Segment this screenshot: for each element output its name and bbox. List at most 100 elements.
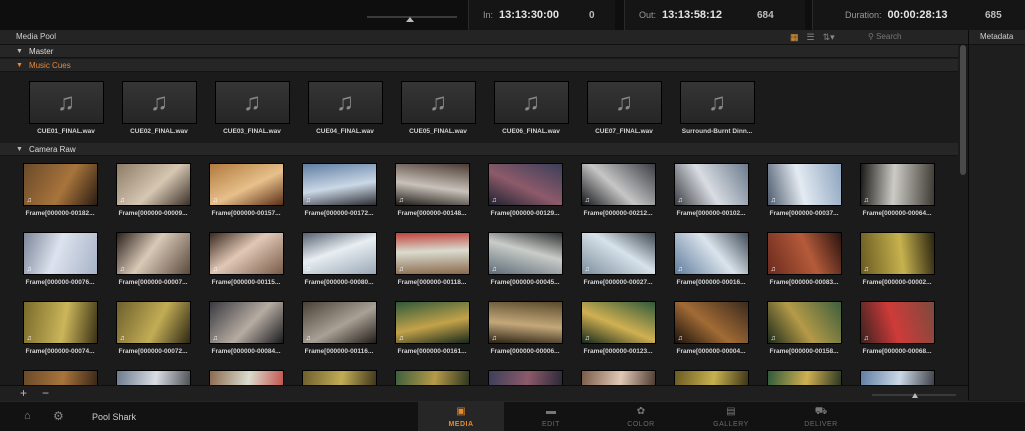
audio-clip[interactable]: ♫ CUE07_FINAL.wav [584, 81, 664, 135]
audio-note-icon: ♫ [770, 266, 776, 273]
video-clip[interactable] [113, 370, 193, 385]
music-note-icon: ♫ [429, 88, 447, 116]
tab-deliver[interactable]: ⛟ DELIVER [778, 402, 864, 431]
audio-note-icon: ♫ [770, 197, 776, 204]
tab-color[interactable]: ✿ COLOR [598, 402, 684, 431]
search-field[interactable]: ⚲ Search [868, 32, 901, 41]
search-placeholder: Search [876, 32, 902, 41]
audio-clip[interactable]: ♫ CUE06_FINAL.wav [491, 81, 571, 135]
video-clip[interactable]: ♫ Frame[000000-00045... [485, 232, 565, 286]
thumbnail-size-slider-knob[interactable] [912, 393, 918, 398]
collapse-arrow-icon[interactable]: ▼ [16, 62, 23, 69]
video-clip[interactable]: ♫ Frame[000000-00118... [392, 232, 472, 286]
video-clip[interactable]: ♫ Frame[000000-00102... [671, 163, 751, 217]
clip-thumbnail [394, 370, 470, 385]
clip-thumbnail: ♫ [673, 301, 749, 344]
video-clip[interactable]: ♫ Frame[000000-00172... [299, 163, 379, 217]
video-clip[interactable]: ♫ Frame[000000-00037... [764, 163, 844, 217]
list-view-icon[interactable]: ☰ [807, 32, 815, 43]
video-clip[interactable]: ♫ Frame[000000-00116... [299, 301, 379, 355]
video-clip[interactable] [299, 370, 379, 385]
audio-clip[interactable]: ♫ CUE02_FINAL.wav [119, 81, 199, 135]
bin-label: Master [28, 46, 54, 56]
clip-name: CUE05_FINAL.wav [409, 128, 467, 135]
video-clip[interactable]: ♫ Frame[000000-00007... [113, 232, 193, 286]
video-clip[interactable]: ♫ Frame[000000-00115... [206, 232, 286, 286]
bin-label: Camera Raw [28, 144, 76, 154]
video-clip[interactable]: ♫ Frame[000000-00129... [485, 163, 565, 217]
video-clip[interactable]: ♫ Frame[000000-00027... [578, 232, 658, 286]
clip-thumbnail: ♫ [859, 301, 935, 344]
clip-thumbnail: ♫ [28, 81, 104, 124]
clip-name: Frame[000000-00115... [211, 279, 281, 286]
video-clip[interactable] [764, 370, 844, 385]
tab-label: EDIT [542, 421, 560, 428]
thumbnail-view-icon[interactable]: ▦ [790, 32, 799, 43]
audio-note-icon: ♫ [212, 266, 218, 273]
video-clip[interactable]: ♫ Frame[000000-00158... [764, 301, 844, 355]
video-clip[interactable] [392, 370, 472, 385]
video-clip[interactable]: ♫ Frame[000000-00006... [485, 301, 565, 355]
video-clip[interactable]: ♫ Frame[000000-00182... [20, 163, 100, 217]
video-clip[interactable]: ♫ Frame[000000-00148... [392, 163, 472, 217]
clip-thumbnail: ♫ [22, 232, 98, 275]
out-label: Out: [639, 10, 657, 20]
video-clip[interactable]: ♫ Frame[000000-00083... [764, 232, 844, 286]
video-clip[interactable] [671, 370, 751, 385]
video-clip[interactable]: ♫ Frame[000000-00004... [671, 301, 751, 355]
in-label: In: [483, 10, 494, 20]
clip-thumbnail: ♫ [22, 163, 98, 206]
add-bin-button[interactable]: + [20, 386, 27, 400]
audio-clip[interactable]: ♫ CUE04_FINAL.wav [305, 81, 385, 135]
audio-clip[interactable]: ♫ CUE05_FINAL.wav [398, 81, 478, 135]
video-clip[interactable] [578, 370, 658, 385]
tab-media[interactable]: ▣ MEDIA [418, 402, 504, 431]
video-clip[interactable]: ♫ Frame[000000-00123... [578, 301, 658, 355]
clip-thumbnail [766, 370, 842, 385]
media-pool-scrollbar[interactable] [960, 45, 966, 175]
video-clip[interactable] [485, 370, 565, 385]
audio-clip[interactable]: ♫ CUE01_FINAL.wav [26, 81, 106, 135]
color-icon: ✿ [636, 406, 646, 417]
viewer-zoom-slider-knob[interactable] [406, 17, 414, 22]
tab-gallery[interactable]: ▤ GALLERY [688, 402, 774, 431]
video-clip[interactable]: ♫ Frame[000000-00084... [206, 301, 286, 355]
video-clip[interactable] [20, 370, 100, 385]
video-clip[interactable]: ♫ Frame[000000-00161... [392, 301, 472, 355]
video-clip[interactable]: ♫ Frame[000000-00157... [206, 163, 286, 217]
audio-note-icon: ♫ [305, 335, 311, 342]
video-clip[interactable]: ♫ Frame[000000-00080... [299, 232, 379, 286]
tab-edit[interactable]: ▬ EDIT [508, 402, 594, 431]
video-clip[interactable]: ♫ Frame[000000-00002... [857, 232, 937, 286]
clip-thumbnail: ♫ [580, 163, 656, 206]
video-clip[interactable]: ♫ Frame[000000-00072... [113, 301, 193, 355]
gear-icon[interactable]: ⚙ [53, 409, 64, 423]
video-clip[interactable]: ♫ Frame[000000-00068... [857, 301, 937, 355]
audio-clip[interactable]: ♫ CUE03_FINAL.wav [212, 81, 292, 135]
clip-name: Frame[000000-00102... [676, 210, 746, 217]
duration-frame-count: 685 [985, 9, 1002, 21]
video-clip[interactable]: ♫ Frame[000000-00076... [20, 232, 100, 286]
bin-master[interactable]: ▼ Master [0, 45, 958, 58]
audio-clip[interactable]: ♫ Surround-Burnt Dinn... [677, 81, 757, 135]
video-clip[interactable]: ♫ Frame[000000-00009... [113, 163, 193, 217]
video-clip[interactable] [206, 370, 286, 385]
home-icon[interactable]: ⌂ [24, 410, 31, 422]
clip-name: Frame[000000-00083... [769, 279, 839, 286]
clip-thumbnail [301, 370, 377, 385]
clip-name: Frame[000000-00016... [676, 279, 746, 286]
collapse-arrow-icon[interactable]: ▼ [16, 48, 23, 55]
video-clip[interactable]: ♫ Frame[000000-00016... [671, 232, 751, 286]
collapse-arrow-icon[interactable]: ▼ [16, 146, 23, 153]
bin-music-cues[interactable]: ▼ Music Cues [0, 59, 958, 72]
clip-name: CUE03_FINAL.wav [223, 128, 281, 135]
sort-menu-icon[interactable]: ⇅▾ [823, 32, 835, 43]
remove-bin-button[interactable]: − [42, 386, 49, 400]
media-pool-header: Media Pool ▦ ☰ ⇅▾ ⚲ Search Metadata [0, 30, 1025, 45]
video-clip[interactable]: ♫ Frame[000000-00212... [578, 163, 658, 217]
bin-camera-raw[interactable]: ▼ Camera Raw [0, 143, 958, 156]
video-clip[interactable]: ♫ Frame[000000-00074... [20, 301, 100, 355]
video-clip[interactable]: ♫ Frame[000000-00064... [857, 163, 937, 217]
clip-thumbnail: ♫ [859, 163, 935, 206]
video-clip[interactable] [857, 370, 937, 385]
